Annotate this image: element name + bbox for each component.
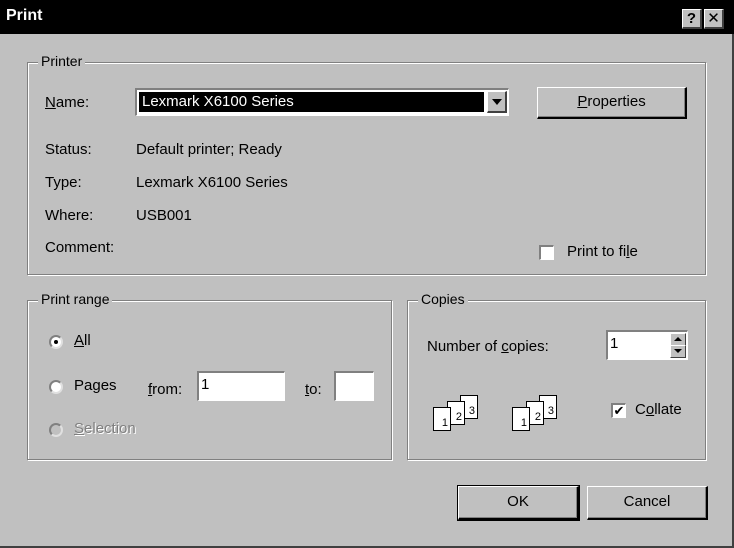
selection-radio[interactable] — [49, 423, 63, 437]
comment-label: Comment: — [45, 239, 115, 256]
print-to-file-label[interactable]: Print to file — [567, 243, 638, 260]
copies-group-label: Copies — [418, 291, 468, 307]
collate-page-number: 3 — [547, 405, 554, 417]
collate-checkbox[interactable]: ✔ — [611, 403, 626, 418]
printer-name-label: Name: — [45, 94, 90, 111]
help-button[interactable]: ? — [682, 9, 702, 29]
dropdown-button[interactable] — [487, 91, 507, 113]
down-arrow-icon — [674, 349, 682, 353]
from-input[interactable]: 1 — [197, 371, 285, 401]
type-value: Lexmark X6100 Series — [136, 174, 288, 191]
print-range-group-label: Print range — [38, 291, 113, 307]
up-arrow-icon — [674, 337, 682, 341]
to-input[interactable] — [334, 371, 374, 401]
window-title: Print — [6, 7, 43, 24]
print-to-file-checkbox[interactable] — [539, 245, 554, 260]
status-value: Default printer; Ready — [136, 141, 282, 158]
collate-page-number: 1 — [520, 417, 527, 429]
type-label: Type: — [45, 174, 82, 191]
print-range-group: Print range All Pages from: 1 to: Select… — [27, 291, 393, 461]
copies-decrement-button[interactable] — [670, 345, 686, 358]
collate-label[interactable]: Collate — [635, 401, 682, 418]
chevron-down-icon — [492, 99, 502, 105]
copies-input[interactable]: 1 — [606, 330, 688, 360]
status-label: Status: — [45, 141, 92, 158]
pages-radio[interactable] — [49, 380, 63, 394]
collate-page-number: 2 — [455, 411, 462, 423]
collate-page-number: 2 — [534, 411, 541, 423]
printer-group-label: Printer — [38, 53, 86, 69]
properties-button[interactable]: Properties — [537, 87, 687, 119]
where-label: Where: — [45, 207, 94, 224]
copies-value: 1 — [610, 335, 619, 352]
to-label: to: — [305, 381, 322, 398]
from-label: from: — [148, 381, 183, 398]
printer-name-value: Lexmark X6100 Series — [139, 92, 484, 112]
where-value: USB001 — [136, 207, 192, 224]
all-radio[interactable] — [49, 335, 63, 349]
pages-label[interactable]: Pages — [74, 377, 117, 394]
ok-button[interactable]: OK — [457, 485, 580, 521]
copies-group: Copies Number of copies: 1 3 2 1 3 2 1 ✔… — [407, 291, 707, 461]
collate-page-number: 3 — [468, 405, 475, 417]
print-dialog: Print ? ✕ Printer Name: Lexmark X6100 Se… — [0, 0, 734, 548]
all-label[interactable]: All — [74, 332, 91, 349]
printer-name-dropdown[interactable]: Lexmark X6100 Series — [135, 88, 509, 116]
title-bar: Print ? ✕ — [0, 0, 734, 34]
close-button[interactable]: ✕ — [704, 9, 724, 29]
number-of-copies-label: Number of copies: — [427, 338, 549, 355]
printer-group: Printer Name: Lexmark X6100 Series Prope… — [27, 53, 707, 276]
collate-page-number: 1 — [441, 417, 448, 429]
selection-label: Selection — [74, 420, 136, 437]
cancel-button[interactable]: Cancel — [587, 486, 708, 520]
